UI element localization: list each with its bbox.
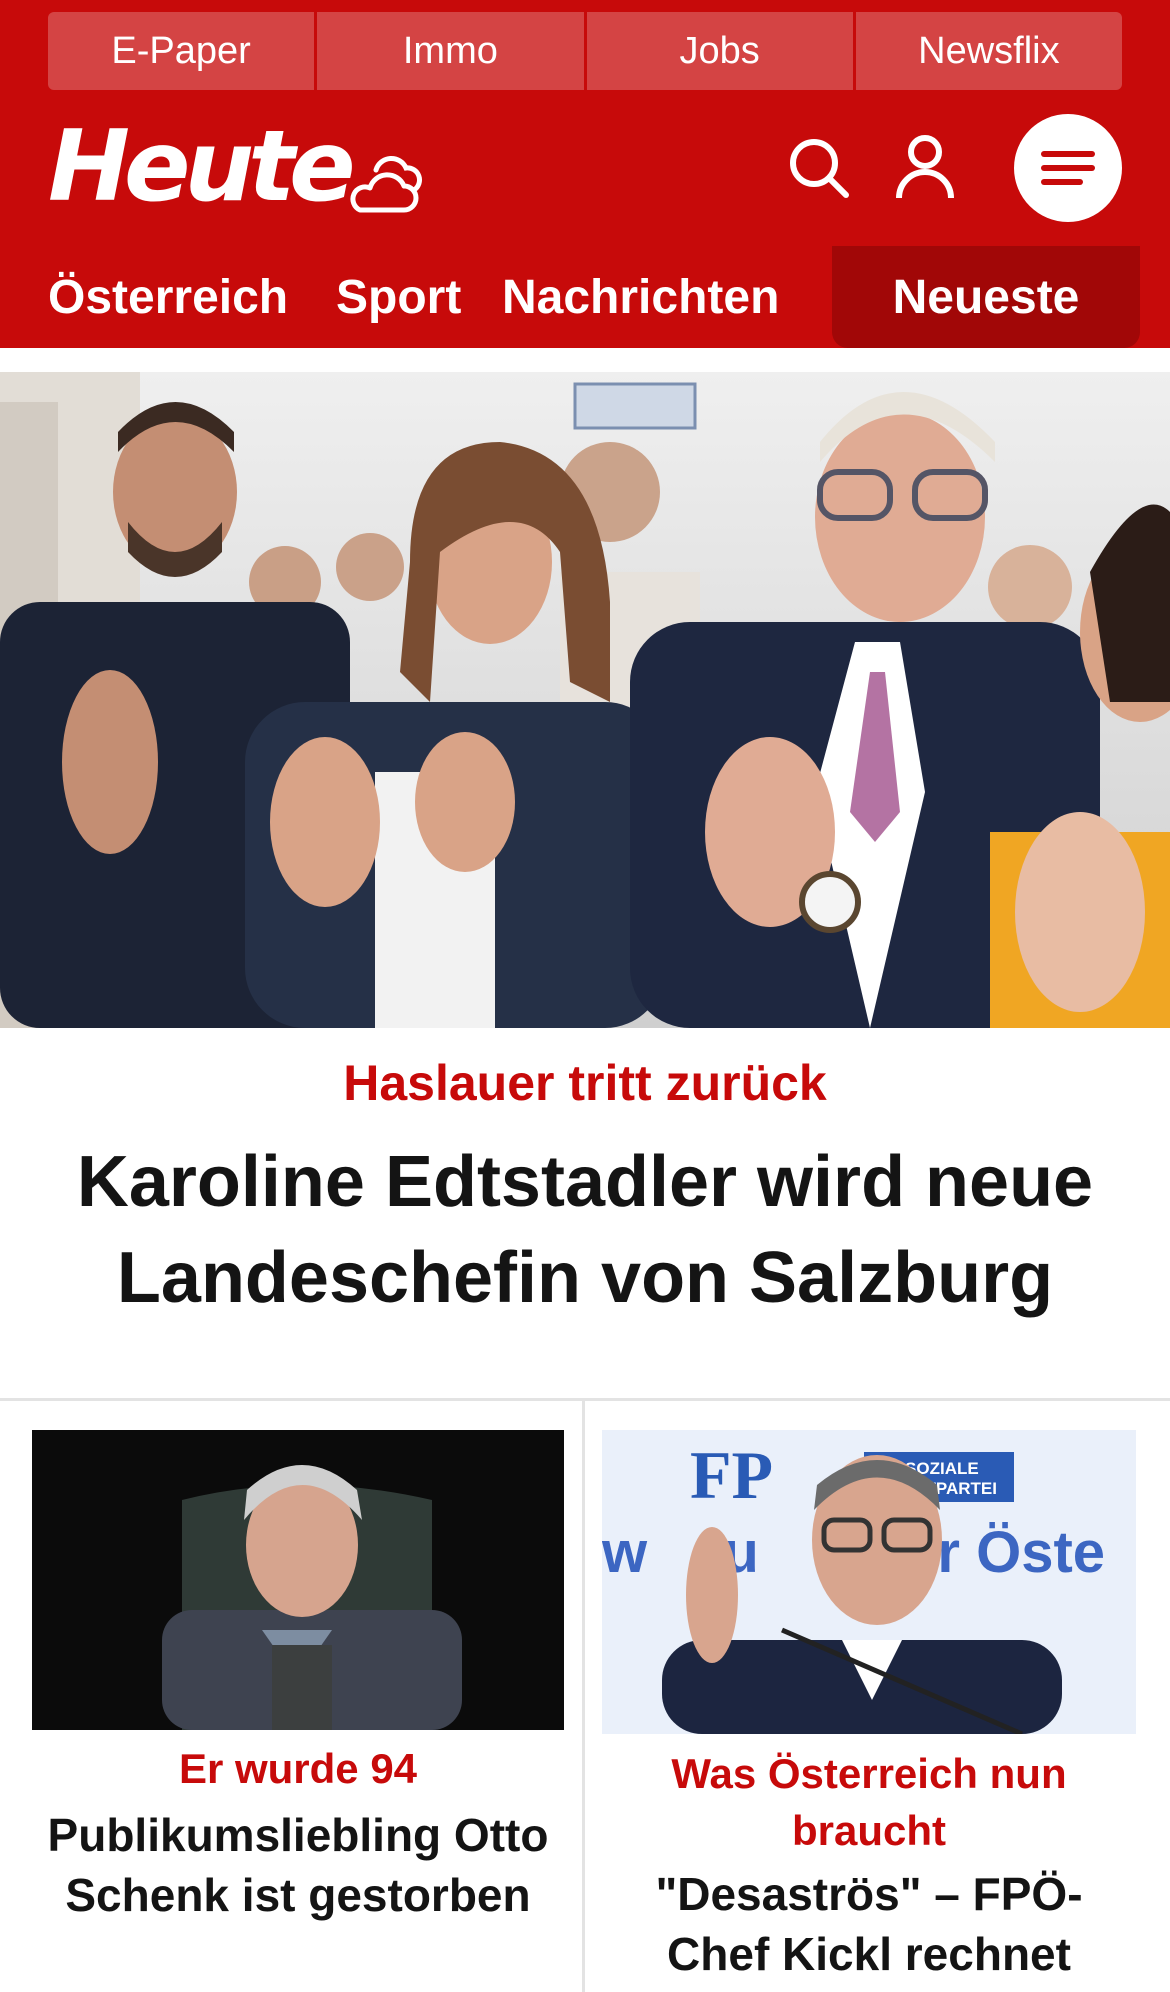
card-photo-kickl: FP DIE SOZIALE HEIMATPARTEI w tu ür Öste <box>602 1430 1136 1734</box>
card-kicker[interactable]: Er wurde 94 <box>32 1745 564 1793</box>
search-icon[interactable] <box>788 137 850 199</box>
card-photo-schenk <box>32 1430 564 1730</box>
menu-icon <box>1041 151 1095 185</box>
nav-item-oesterreich[interactable]: Österreich <box>48 246 288 348</box>
site-logo[interactable]: Heute <box>48 118 356 216</box>
column-divider <box>582 1401 585 1992</box>
user-icon[interactable] <box>894 134 956 200</box>
section-nav: Österreich Sport Nachrichten Neueste <box>0 246 1170 348</box>
hero-headline[interactable]: Karoline Edtstadler wird neue Landeschef… <box>0 1134 1170 1326</box>
topbar-link-immo[interactable]: Immo <box>317 12 587 90</box>
weather-icon[interactable] <box>344 148 424 216</box>
card-headline-line-2: Chef Kickl rechnet <box>667 1928 1071 1980</box>
nav-item-sport[interactable]: Sport <box>336 246 461 348</box>
nav-item-nachrichten[interactable]: Nachrichten <box>502 246 779 348</box>
topbar-link-newsflix[interactable]: Newsflix <box>855 12 1122 90</box>
topbar-link-epaper[interactable]: E-Paper <box>48 12 318 90</box>
card-headline-line-2: Schenk ist gestorben <box>65 1869 531 1921</box>
card-kicker-line-2: braucht <box>791 1807 946 1854</box>
card-headline[interactable]: Publikumsliebling Otto Schenk ist gestor… <box>32 1805 564 1925</box>
card-image-schenk[interactable] <box>32 1430 564 1730</box>
card-headline-line-1: "Desaströs" – FPÖ- <box>655 1868 1083 1920</box>
menu-button[interactable] <box>1014 114 1122 222</box>
photo-logo-text: FP <box>690 1437 773 1513</box>
nav-item-neueste[interactable]: Neueste <box>832 246 1140 348</box>
service-bar: E-Paper Immo Jobs Newsflix <box>48 12 1122 90</box>
card-kicker-line-1: Was Österreich nun <box>671 1750 1067 1797</box>
card-image-kickl[interactable]: FP DIE SOZIALE HEIMATPARTEI w tu ür Öste <box>602 1430 1136 1734</box>
section-divider <box>0 1398 1170 1401</box>
topbar-link-jobs[interactable]: Jobs <box>586 12 856 90</box>
hero-headline-line-1: Karoline Edtstadler wird neue <box>76 1142 1094 1222</box>
card-headline[interactable]: "Desaströs" – FPÖ- Chef Kickl rechnet <box>602 1864 1136 1984</box>
hero-kicker[interactable]: Haslauer tritt zurück <box>0 1054 1170 1112</box>
hero-image[interactable] <box>0 372 1170 1028</box>
card-kicker[interactable]: Was Österreich nun braucht <box>602 1745 1136 1859</box>
site-header: E-Paper Immo Jobs Newsflix Heute <box>0 0 1170 246</box>
hero-photo <box>0 372 1170 1028</box>
hero-headline-line-2: Landeschefin von Salzburg <box>116 1238 1054 1318</box>
card-headline-line-1: Publikumsliebling Otto <box>47 1809 549 1861</box>
photo-banner-left-text: w <box>602 1520 648 1585</box>
